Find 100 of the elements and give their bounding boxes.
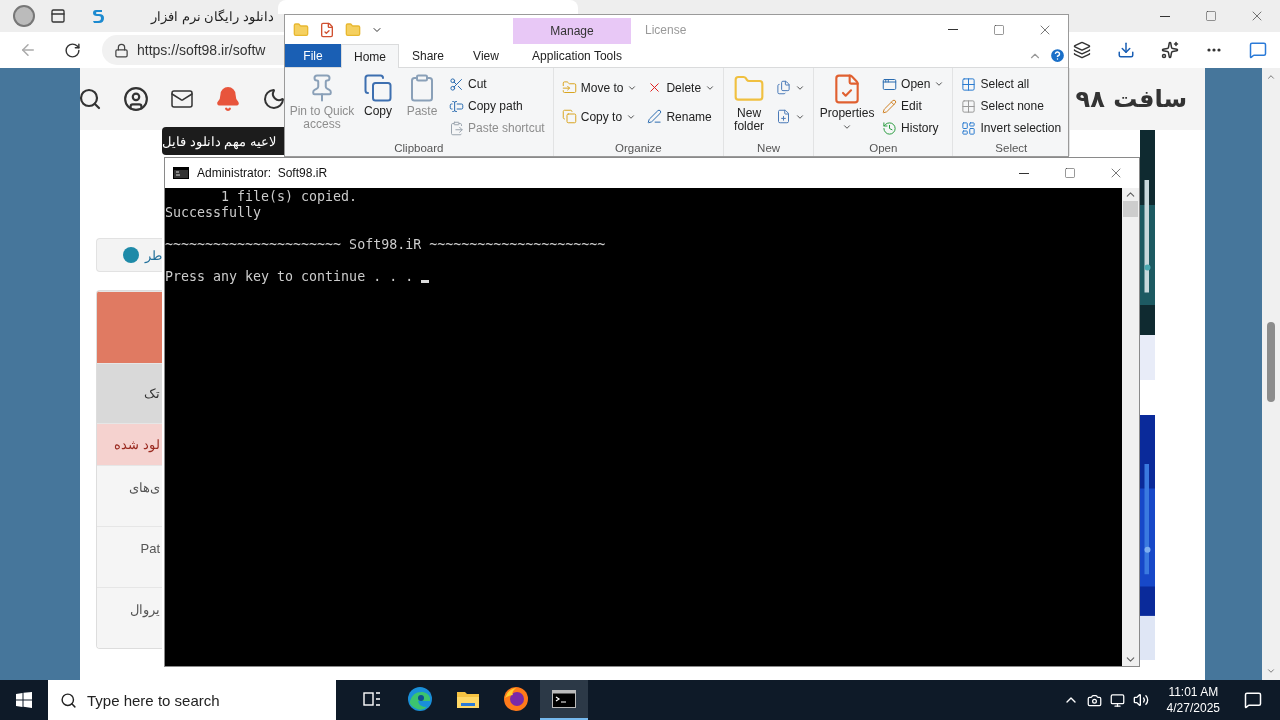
edge-browser-icon <box>407 686 433 712</box>
sparkle-icon <box>1161 41 1179 59</box>
row-label: ی‌های <box>129 480 160 495</box>
checked-document-icon[interactable] <box>319 21 335 38</box>
terminal-icon <box>552 690 576 708</box>
new-file-icon <box>776 109 792 124</box>
text-cursor <box>421 280 430 283</box>
ribbon-button[interactable]: Edit <box>878 95 949 117</box>
group-label: Select <box>994 142 1029 156</box>
taskbar-app-button[interactable] <box>540 680 588 720</box>
tab-actions-icon <box>50 8 66 24</box>
help-icon <box>1048 47 1066 64</box>
scroll-thumb[interactable] <box>1267 322 1275 402</box>
minimize-icon <box>1160 15 1170 17</box>
ribbon-button[interactable]: Rename <box>643 102 720 131</box>
copy-icon <box>561 109 577 124</box>
ribbon-tab[interactable]: Share <box>399 44 457 67</box>
avatar-icon <box>12 4 36 28</box>
history-icon <box>882 120 898 136</box>
grid-icon <box>961 120 977 136</box>
network-icon[interactable] <box>1109 692 1125 708</box>
scissors-icon <box>449 76 464 92</box>
search-field[interactable]: Type here to search <box>48 680 336 720</box>
scroll-down-icon[interactable] <box>1266 666 1276 676</box>
ribbon-button[interactable]: Invert selection <box>957 117 1066 139</box>
ribbon-button[interactable]: Move to <box>557 73 642 102</box>
side-tab[interactable]: طر <box>96 238 162 272</box>
scroll-thumb[interactable] <box>1123 201 1138 217</box>
notifications-icon[interactable] <box>1244 691 1262 709</box>
fox-browser-icon <box>503 686 529 712</box>
files-icon <box>776 80 792 95</box>
user-button[interactable] <box>122 85 150 113</box>
bell-button[interactable] <box>214 85 242 113</box>
group-label: Organize <box>614 142 663 156</box>
ribbon-button[interactable]: Properties <box>818 71 877 142</box>
time-text: 11:01 AM <box>1168 684 1219 700</box>
caret-icon <box>934 79 945 89</box>
bell-icon <box>215 86 241 112</box>
ribbon-button[interactable]: Copy <box>357 71 399 142</box>
tab-title: دانلود رایگان نرم افزار <box>149 8 274 24</box>
user-icon <box>123 86 149 112</box>
ribbon-button[interactable]: New folder <box>728 71 771 142</box>
windows-logo-icon <box>16 692 32 708</box>
group-label: New <box>756 142 782 156</box>
scroll-up-icon[interactable] <box>1266 72 1276 82</box>
address-field[interactable]: https://soft98.ir/softw <box>102 35 284 65</box>
reload-icon <box>63 41 81 59</box>
copy-icon <box>363 73 393 103</box>
pencil-icon <box>882 98 898 114</box>
ribbon-tab[interactable]: View <box>457 44 515 67</box>
task-view-icon <box>363 691 381 707</box>
download-icon <box>1117 41 1135 59</box>
ribbon-button[interactable]: Open <box>878 73 949 95</box>
moon-icon <box>262 87 286 111</box>
folder-icon <box>456 689 480 709</box>
row-label: Pat <box>140 541 160 556</box>
ribbon-button[interactable]: Select all <box>957 73 1066 95</box>
count-badge <box>123 247 139 263</box>
chat-icon <box>1249 41 1267 59</box>
tooltip: لاعیه مهم دانلود فایل <box>162 127 284 155</box>
ribbon-button[interactable]: Cut <box>445 73 549 95</box>
grid-icon <box>961 76 977 92</box>
caret-icon <box>842 122 853 132</box>
minimize-icon <box>1019 172 1029 174</box>
console-line: Press any key to continue . . . <box>165 269 415 285</box>
menu-icon <box>1207 48 1221 52</box>
maximize-icon <box>1064 167 1076 179</box>
ribbon-button[interactable]: Select none <box>957 95 1066 117</box>
ribbon-button[interactable]: Copy path <box>445 95 549 117</box>
maximize-icon <box>1205 10 1217 22</box>
ribbon-button[interactable]: Copy to <box>557 102 642 131</box>
window-title: Administrator: Soft98.iR <box>197 166 328 180</box>
browser-tab[interactable]: دانلود رایگان نرم افزار <box>78 0 278 32</box>
site-logo[interactable]: سافت ۹۸ <box>1075 85 1187 113</box>
layers-icon <box>1073 41 1091 59</box>
window-title: License <box>645 22 687 37</box>
clock[interactable]: 11:01 AM 4/27/2025 <box>1166 684 1220 716</box>
tab-label: طر <box>145 247 162 263</box>
row-label: لود شده <box>114 437 160 452</box>
camera-icon[interactable] <box>1086 692 1102 708</box>
volume-icon[interactable] <box>1132 692 1149 708</box>
search-icon <box>60 691 77 709</box>
scrollbar[interactable] <box>1122 188 1139 666</box>
ribbon-button[interactable]: History <box>878 117 949 139</box>
page-scrollbar[interactable] <box>1262 68 1280 680</box>
profile-button[interactable] <box>10 2 38 30</box>
maximize-icon <box>993 23 1005 36</box>
pen-icon <box>647 109 663 124</box>
clipboard-icon <box>449 120 464 136</box>
minimize-icon <box>948 29 958 30</box>
ribbon-tab[interactable]: File <box>285 44 341 67</box>
site-favicon-icon <box>90 8 106 24</box>
ribbon-button[interactable]: Delete <box>643 73 720 102</box>
group-label: Clipboard <box>393 142 445 156</box>
text-cursor-icon <box>449 98 464 114</box>
window-icon <box>882 76 898 92</box>
terminal-icon <box>173 167 189 179</box>
mail-icon <box>170 87 194 111</box>
ribbon-tab[interactable]: Home <box>341 44 399 68</box>
console-line: ~~~~~~~~~~~~~~~~~~~~~~ Soft98.iR ~~~~~~~~~~~~~~~~~~~~~~ <box>165 237 606 253</box>
